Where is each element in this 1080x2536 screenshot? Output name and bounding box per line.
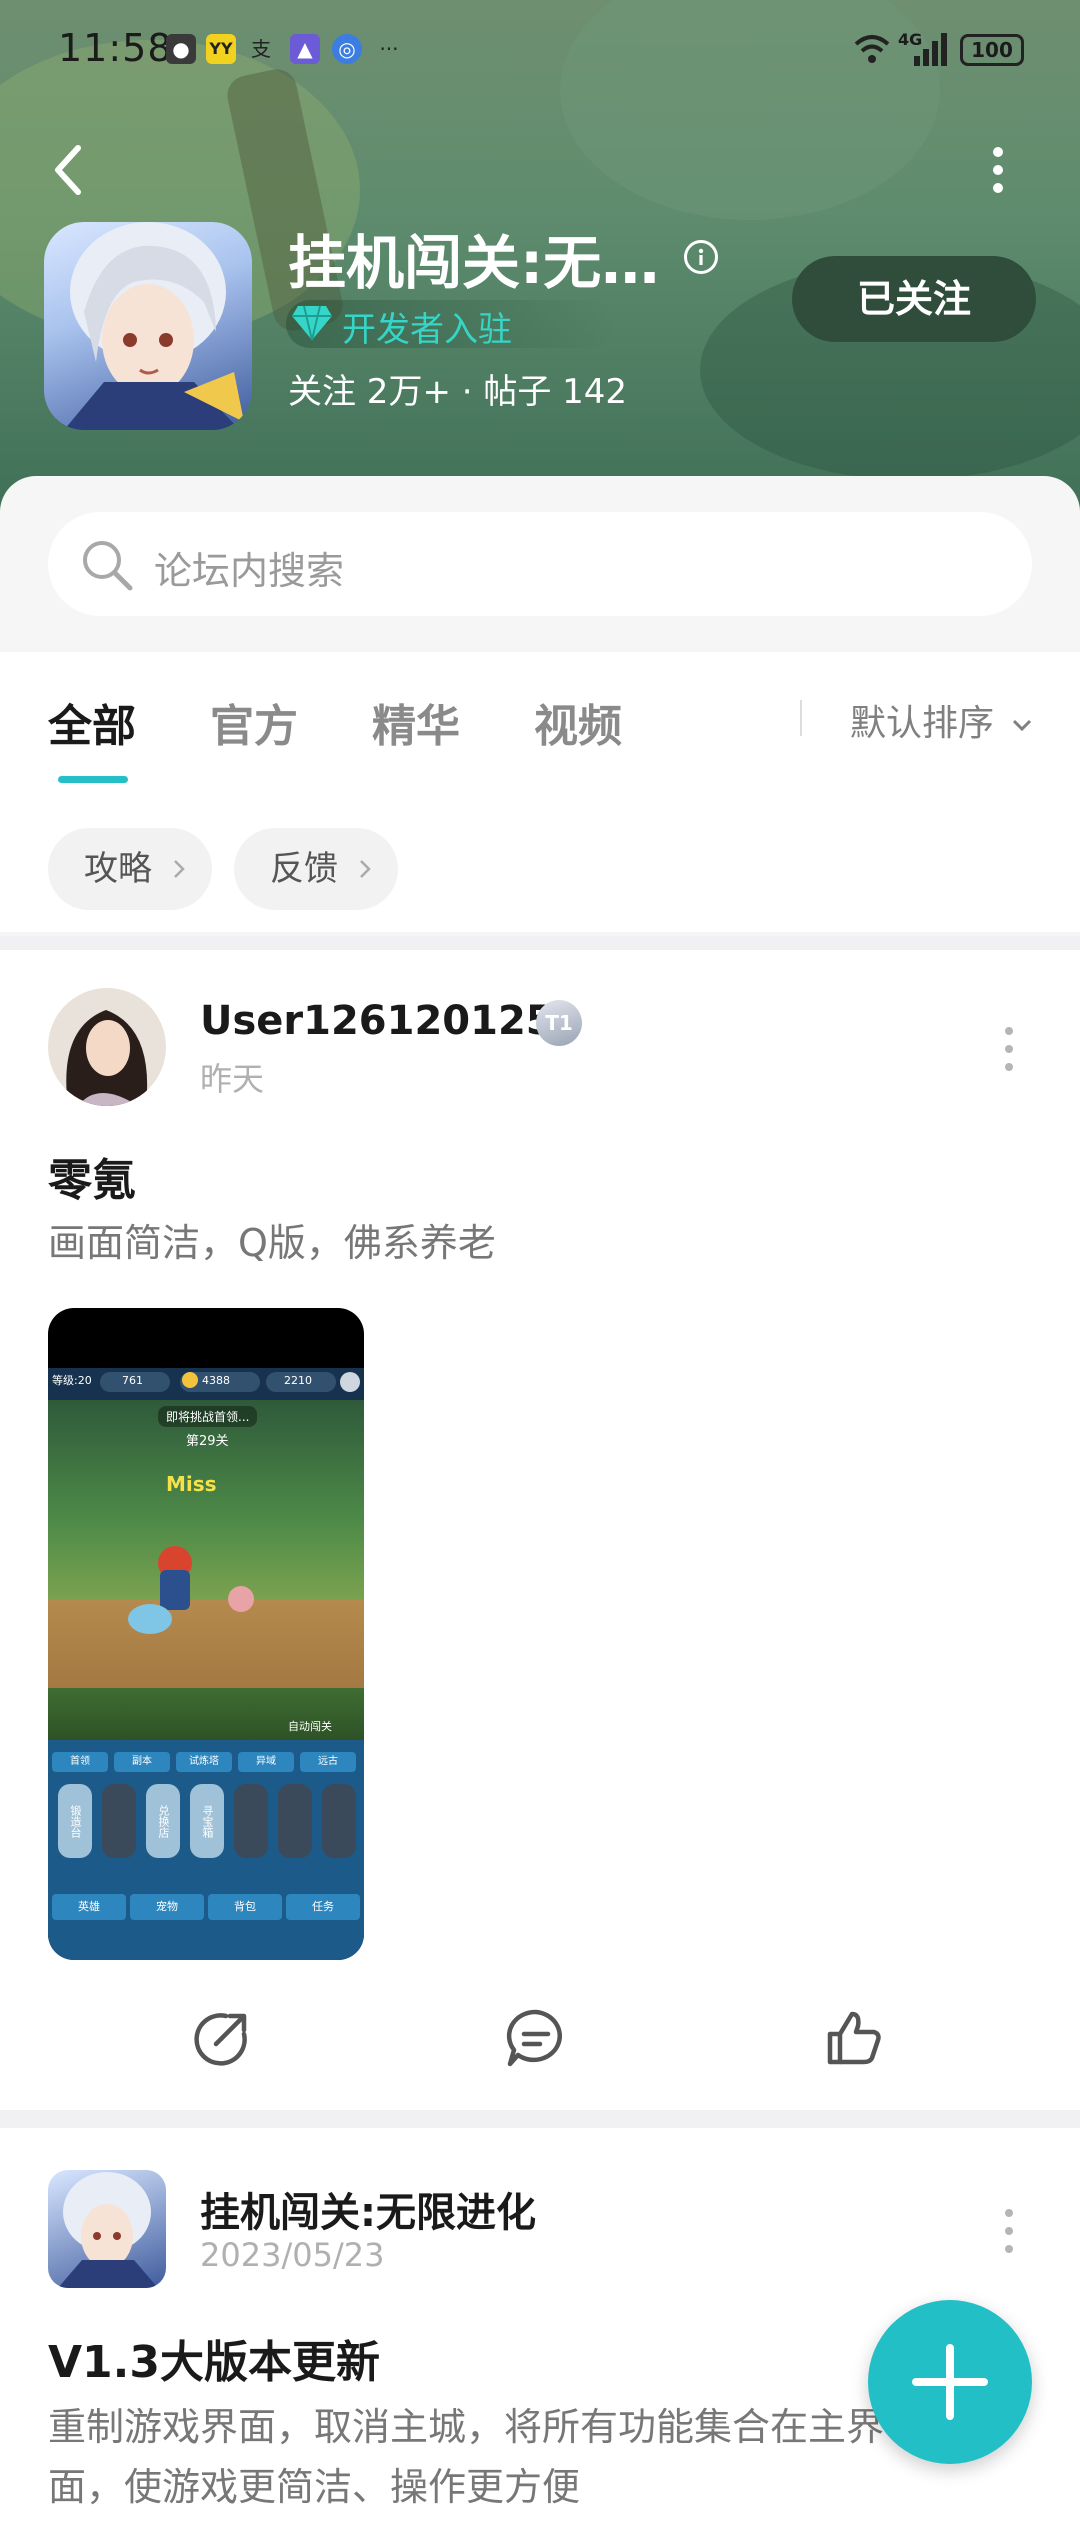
education-icon: ▲: [290, 34, 320, 64]
game-stage: 第29关: [186, 1434, 229, 1449]
chip-strategy-label: 攻略: [84, 849, 152, 889]
game-gems: 2210: [284, 1374, 312, 1387]
game-stamina: 761: [122, 1374, 143, 1387]
avatar[interactable]: [48, 2170, 166, 2288]
chevron-right-icon: [360, 860, 371, 878]
game-menu-item: 兑换店: [146, 1784, 180, 1858]
tab-official[interactable]: 官方: [210, 690, 298, 754]
share-icon[interactable]: [190, 2006, 254, 2070]
game-menu-item: 英雄: [52, 1894, 126, 1920]
avatar[interactable]: [48, 988, 166, 1106]
chevron-down-icon: [1013, 719, 1032, 732]
level-badge-icon: T1: [536, 1000, 582, 1046]
post-description: 画面简洁，Q版，佛系养老: [48, 1221, 496, 1265]
battery-icon: 100: [960, 34, 1024, 66]
chip-feedback[interactable]: 反馈: [234, 828, 398, 910]
game-menu-item: 寻宝箱: [190, 1784, 224, 1858]
game-menu-item: 背包: [208, 1894, 282, 1920]
status-time: 11:58: [58, 26, 173, 70]
like-icon[interactable]: [822, 2006, 886, 2070]
tab-divider: [800, 700, 802, 736]
follow-button[interactable]: 已关注: [792, 256, 1036, 342]
more-notifications-icon: ···: [379, 37, 399, 61]
post-image[interactable]: 等级:20 761 4388 2210 即将挑战首领... 第29关 Miss …: [48, 1308, 364, 1960]
sort-label: 默认排序: [850, 703, 995, 744]
chevron-right-icon: [174, 860, 185, 878]
level-badge-label: T1: [545, 1011, 573, 1035]
game-menu-item: 远古: [300, 1752, 356, 1772]
wechat-icon: ●: [166, 34, 196, 64]
post-more-icon[interactable]: [1004, 1026, 1014, 1072]
back-icon[interactable]: [48, 140, 88, 200]
sort-dropdown[interactable]: 默认排序: [850, 694, 1033, 746]
game-menu-item: 宠物: [130, 1894, 204, 1920]
tab-featured[interactable]: 精华: [372, 690, 460, 754]
coin-icon: [182, 1372, 198, 1388]
game-title: 挂机闯关:无…: [288, 229, 660, 297]
game-level-text: 等级:20: [52, 1374, 92, 1387]
post-title[interactable]: 零氪: [48, 1144, 136, 1208]
info-icon[interactable]: [684, 240, 718, 274]
post-username[interactable]: 挂机闯关:无限进化: [200, 2180, 536, 2238]
game-menu-item: 副本: [114, 1752, 170, 1772]
post-date: 2023/05/23: [200, 2236, 385, 2274]
gear-icon: [340, 1372, 360, 1392]
browser-icon: ◎: [332, 34, 362, 64]
alipay-icon: 支: [251, 37, 271, 61]
comment-icon[interactable]: [504, 2006, 568, 2070]
more-options-icon[interactable]: [992, 146, 1004, 194]
game-auto-label: 自动闯关: [288, 1720, 332, 1733]
game-menu-item: 首领: [52, 1752, 108, 1772]
signal-icon: [914, 33, 947, 66]
post-more-icon[interactable]: [1004, 2208, 1014, 2254]
status-bar: 11:58 ● YY 支 ▲ ◎ ··· 4G 100: [0, 0, 1080, 100]
game-banner: 即将挑战首领...: [158, 1406, 258, 1427]
game-miss-text: Miss: [166, 1472, 217, 1496]
plus-icon: [912, 2344, 988, 2420]
diamond-icon: [292, 305, 332, 341]
wifi-icon: [854, 35, 890, 63]
post-title[interactable]: V1.3大版本更新: [48, 2326, 380, 2390]
developer-badge-label: 开发者入驻: [342, 310, 512, 350]
tab-video[interactable]: 视频: [534, 690, 622, 754]
battery-level: 100: [971, 38, 1013, 62]
game-menu-item: 任务: [286, 1894, 360, 1920]
post-date: 昨天: [200, 1060, 265, 1098]
tab-all[interactable]: 全部: [48, 690, 136, 754]
chip-feedback-label: 反馈: [270, 849, 338, 889]
game-menu-item: 试炼塔: [176, 1752, 232, 1772]
game-gold: 4388: [202, 1374, 230, 1387]
post-description-line1: 重制游戏界面，取消主城，将所有功能集合在主界: [48, 2405, 885, 2449]
create-post-button[interactable]: [868, 2300, 1032, 2464]
search-icon: [83, 541, 133, 591]
game-icon: [44, 222, 252, 430]
search-placeholder: 论坛内搜索: [154, 549, 345, 593]
game-menu-item: 异域: [238, 1752, 294, 1772]
forum-stats: 关注 2万+ · 帖子 142: [288, 372, 628, 412]
game-menu-item: 锻造台: [58, 1784, 92, 1858]
post-description-line2: 面，使游戏更简洁、操作更方便: [48, 2465, 581, 2509]
active-tab-indicator: [58, 776, 128, 783]
chip-strategy[interactable]: 攻略: [48, 828, 212, 910]
post-username[interactable]: User126120125: [200, 998, 554, 1044]
app-notify-icon: YY: [206, 34, 236, 64]
